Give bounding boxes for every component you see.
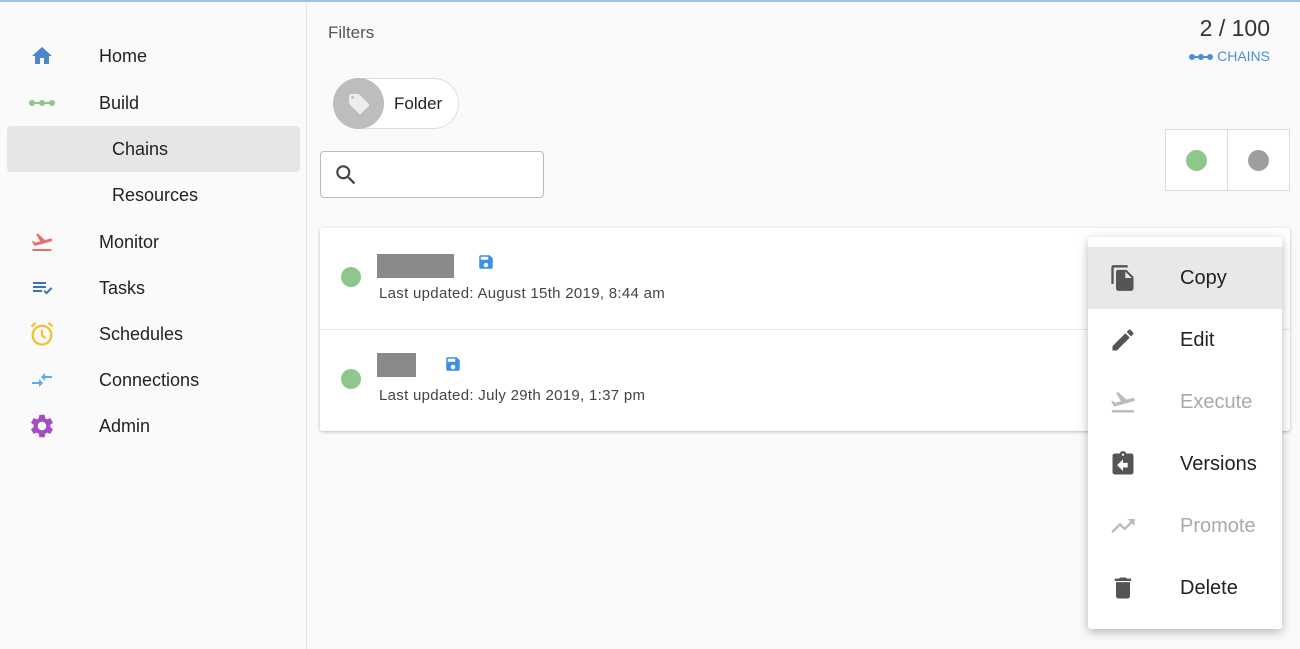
trending-up-icon bbox=[1108, 511, 1138, 541]
pencil-icon bbox=[1108, 325, 1138, 355]
last-updated-text: Last updated: August 15th 2019, 8:44 am bbox=[379, 285, 666, 302]
redacted-chain-name bbox=[377, 254, 454, 278]
status-dot bbox=[341, 267, 361, 287]
menu-item-delete[interactable]: Delete bbox=[1088, 557, 1282, 619]
sidebar-item-connections[interactable]: Connections bbox=[7, 357, 300, 403]
sidebar-item-chains[interactable]: Chains bbox=[7, 126, 300, 172]
menu-item-copy[interactable]: Copy bbox=[1088, 247, 1282, 309]
status-toggle-group bbox=[1165, 129, 1290, 191]
menu-item-label: Edit bbox=[1180, 328, 1215, 351]
gear-icon bbox=[27, 411, 57, 441]
sidebar-item-schedules[interactable]: Schedules bbox=[7, 311, 300, 357]
sidebar-item-label: Build bbox=[99, 92, 140, 113]
sidebar-item-label: Home bbox=[99, 45, 148, 66]
redacted-chain-name bbox=[377, 353, 416, 377]
menu-item-edit[interactable]: Edit bbox=[1088, 309, 1282, 371]
chains-link-label: CHAINS bbox=[1217, 48, 1270, 64]
sidebar-item-build[interactable]: Build bbox=[7, 80, 300, 126]
sidebar-item-label: Monitor bbox=[99, 231, 160, 252]
chain-count: 2 / 100 bbox=[1199, 15, 1270, 41]
airplane-takeoff-icon bbox=[27, 227, 57, 257]
checklist-icon bbox=[27, 273, 57, 303]
sidebar-item-label: Resources bbox=[112, 184, 199, 205]
airplane-takeoff-icon bbox=[1108, 387, 1138, 417]
alarm-clock-icon bbox=[27, 319, 57, 349]
sidebar-item-label: Chains bbox=[112, 138, 169, 159]
sidebar-item-home[interactable]: Home bbox=[7, 33, 300, 79]
menu-item-label: Versions bbox=[1180, 452, 1257, 475]
chains-link[interactable]: CHAINS bbox=[1188, 48, 1270, 64]
search-box bbox=[320, 151, 544, 198]
compare-arrows-icon bbox=[27, 365, 57, 395]
sidebar-item-admin[interactable]: Admin bbox=[7, 403, 300, 449]
menu-item-versions[interactable]: Versions bbox=[1088, 433, 1282, 495]
search-icon bbox=[336, 164, 356, 184]
active-status-toggle[interactable] bbox=[1166, 130, 1228, 190]
filters-label: Filters bbox=[328, 23, 375, 42]
menu-item-label: Promote bbox=[1180, 514, 1256, 537]
sidebar-item-tasks[interactable]: Tasks bbox=[7, 265, 300, 311]
sidebar-item-label: Connections bbox=[99, 369, 200, 390]
sidebar-item-label: Schedules bbox=[99, 323, 184, 344]
green-status-dot bbox=[1185, 149, 1207, 171]
save-icon bbox=[479, 255, 493, 269]
home-icon bbox=[27, 41, 57, 71]
menu-item-label: Copy bbox=[1180, 266, 1227, 289]
menu-item-label: Execute bbox=[1180, 390, 1253, 413]
inactive-status-toggle[interactable] bbox=[1228, 130, 1290, 190]
folder-filter-chip[interactable]: Folder bbox=[333, 78, 459, 129]
last-updated-text: Last updated: July 29th 2019, 1:37 pm bbox=[379, 387, 646, 404]
context-menu: Copy Edit Execute Versions Promote Delet… bbox=[1088, 237, 1282, 629]
sidebar-item-resources[interactable]: Resources bbox=[7, 172, 300, 218]
menu-item-label: Delete bbox=[1180, 576, 1238, 599]
save-icon bbox=[446, 357, 460, 371]
chain-icon bbox=[27, 88, 57, 118]
grey-status-dot bbox=[1247, 149, 1269, 171]
sidebar-item-label: Admin bbox=[99, 415, 151, 436]
sidebar-item-monitor[interactable]: Monitor bbox=[7, 219, 300, 265]
status-dot bbox=[341, 369, 361, 389]
chain-icon bbox=[1188, 48, 1214, 64]
sidebar-item-label: Tasks bbox=[99, 277, 146, 298]
trash-icon bbox=[1108, 573, 1138, 603]
search-input[interactable] bbox=[365, 159, 525, 190]
menu-item-promote[interactable]: Promote bbox=[1088, 495, 1282, 557]
tag-icon bbox=[333, 78, 384, 129]
clipboard-arrow-icon bbox=[1108, 449, 1138, 479]
menu-item-execute[interactable]: Execute bbox=[1088, 371, 1282, 433]
folder-chip-label: Folder bbox=[394, 93, 443, 113]
sidebar: Home Build Chains Resources Monitor Task… bbox=[0, 2, 307, 649]
copy-icon bbox=[1108, 263, 1138, 293]
